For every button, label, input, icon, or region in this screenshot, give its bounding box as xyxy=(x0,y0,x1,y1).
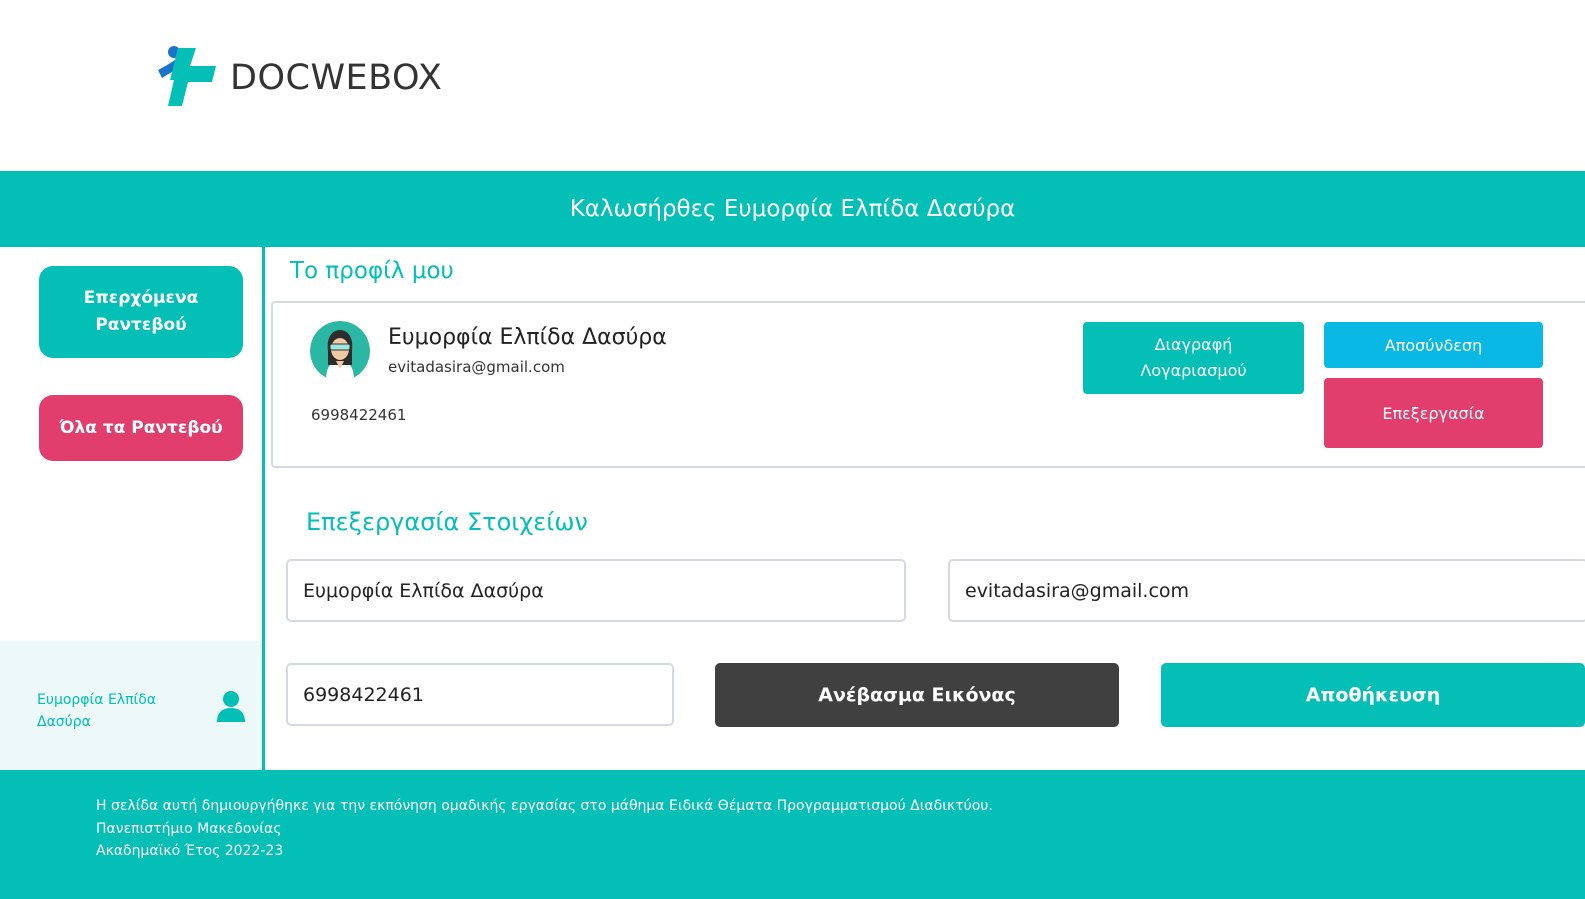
email-field[interactable] xyxy=(948,559,1585,622)
welcome-banner: Καλωσήρθες Ευμορφία Ελπίδα Δασύρα xyxy=(0,171,1585,247)
save-button[interactable]: Αποθήκευση xyxy=(1161,663,1585,727)
profile-title: Το προφίλ μου xyxy=(290,258,454,284)
name-field[interactable] xyxy=(286,559,906,622)
docwebox-logo-icon xyxy=(158,46,216,106)
profile-phone: 6998422461 xyxy=(311,406,407,424)
logo[interactable]: DOCWEBOX xyxy=(156,44,442,112)
all-appointments-button[interactable]: Όλα τα Ραντεβού xyxy=(39,395,243,461)
sidebar-user-name[interactable]: Ευμορφία Ελπίδα Δασύρα xyxy=(37,689,187,733)
logout-button[interactable]: Αποσύνδεση xyxy=(1324,322,1543,368)
profile-email: evitadasira@gmail.com xyxy=(388,358,565,376)
footer-line-2: Πανεπιστήμιο Μακεδονίας xyxy=(96,821,282,837)
doctor-avatar-icon xyxy=(310,321,370,381)
sidebar-divider xyxy=(262,247,265,770)
upcoming-appointments-button[interactable]: Επερχόμενα Ραντεβού xyxy=(39,266,243,358)
upload-image-button[interactable]: Ανέβασμα Εικόνας xyxy=(715,663,1119,727)
phone-field[interactable] xyxy=(286,663,674,726)
profile-name: Ευμορφία Ελπίδα Δασύρα xyxy=(388,325,667,350)
footer-line-1: Η σελίδα αυτή δημιουργήθηκε για την εκπό… xyxy=(96,798,993,814)
welcome-text: Καλωσήρθες Ευμορφία Ελπίδα Δασύρα xyxy=(569,196,1016,222)
user-icon[interactable] xyxy=(214,689,248,723)
logo-text: DOCWEBOX xyxy=(230,58,443,98)
delete-account-button[interactable]: Διαγραφή Λογαριασμού xyxy=(1083,322,1304,394)
footer: Η σελίδα αυτή δημιουργήθηκε για την εκπό… xyxy=(0,770,1585,899)
footer-line-3: Ακαδημαϊκό Έτος 2022-23 xyxy=(96,843,284,859)
avatar xyxy=(310,321,370,381)
edit-details-title: Επεξεργασία Στοιχείων xyxy=(306,508,588,536)
header: DOCWEBOX xyxy=(0,0,1585,171)
edit-button[interactable]: Επεξεργασία xyxy=(1324,378,1543,448)
